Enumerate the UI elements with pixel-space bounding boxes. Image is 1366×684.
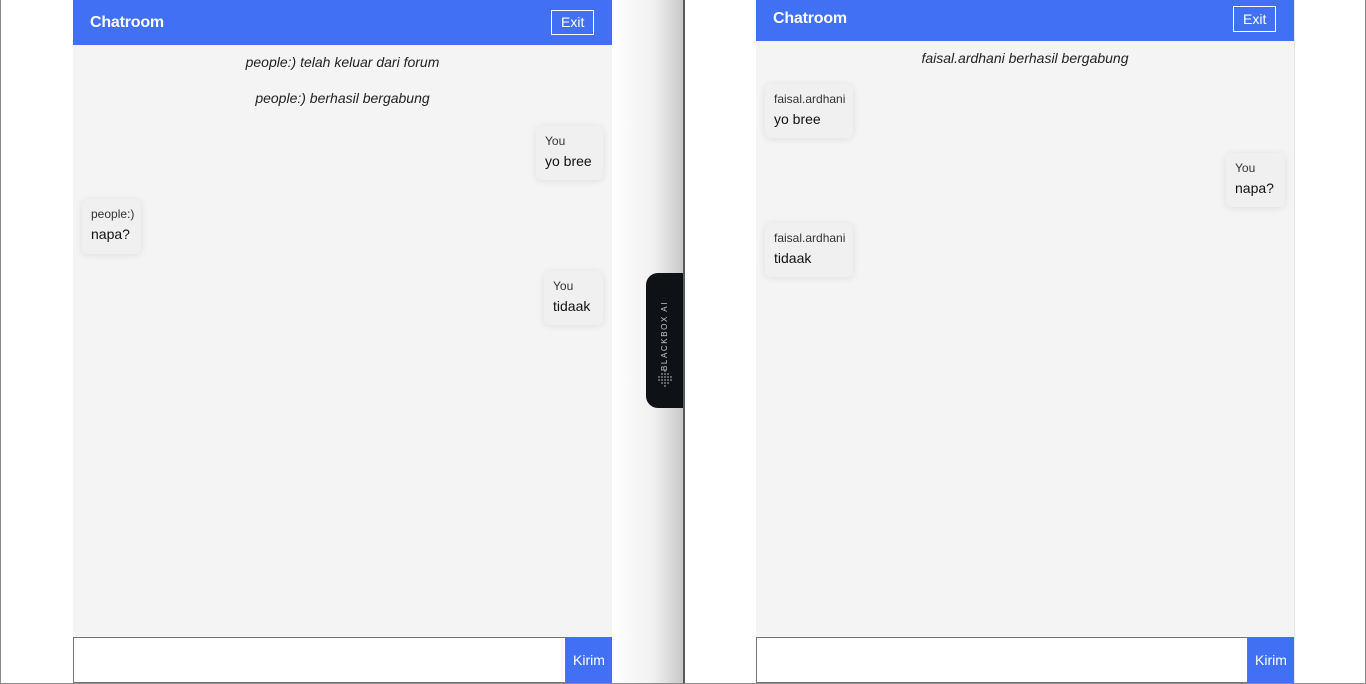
- message-text: napa?: [91, 226, 130, 242]
- send-button[interactable]: Kirim: [1248, 637, 1294, 683]
- right-browser-window: Chatroom Exit faisal.ardhani berhasil be…: [683, 0, 1366, 684]
- message-text: yo bree: [545, 153, 592, 169]
- message-bubble-outgoing: You tidaak: [544, 271, 603, 325]
- message-text: tidaak: [774, 250, 812, 266]
- message-sender: people:): [91, 207, 135, 221]
- exit-button[interactable]: Exit: [551, 10, 594, 35]
- message-composer: Kirim: [756, 637, 1294, 683]
- message-composer: Kirim: [73, 637, 612, 683]
- message-sender: You: [545, 134, 566, 148]
- message-input[interactable]: [756, 637, 1248, 683]
- message-bubble-incoming: people:) napa?: [82, 199, 141, 254]
- message-sender: You: [553, 279, 574, 293]
- send-button[interactable]: Kirim: [566, 637, 612, 683]
- message-input[interactable]: [73, 637, 566, 683]
- system-message: people:) telah keluar dari forum: [245, 54, 440, 70]
- chat-title: Chatroom: [773, 10, 847, 27]
- message-text: tidaak: [553, 298, 591, 314]
- blackbox-logo-icon: [658, 370, 672, 387]
- message-bubble-outgoing: You napa?: [1226, 153, 1285, 207]
- blackbox-ai-tab[interactable]: BLACKBOX AI: [646, 273, 683, 408]
- message-text: napa?: [1235, 180, 1274, 196]
- message-sender: You: [1235, 161, 1256, 175]
- left-browser-window: Chatroom Exit people:) telah keluar dari…: [0, 0, 683, 684]
- message-bubble-incoming: faisal.ardhani yo bree: [765, 84, 853, 138]
- chatroom-panel: Chatroom Exit faisal.ardhani berhasil be…: [756, 0, 1295, 683]
- system-message: people:) berhasil bergabung: [255, 90, 430, 106]
- chat-header: Chatroom Exit: [73, 0, 612, 45]
- chat-title: Chatroom: [90, 14, 164, 31]
- exit-button[interactable]: Exit: [1233, 6, 1276, 32]
- message-sender: faisal.ardhani: [774, 92, 846, 106]
- system-message: faisal.ardhani berhasil bergabung: [921, 50, 1129, 66]
- message-text: yo bree: [774, 111, 821, 127]
- message-bubble-incoming: faisal.ardhani tidaak: [765, 223, 853, 277]
- blackbox-ai-label: BLACKBOX AI: [660, 300, 669, 371]
- chat-header: Chatroom Exit: [756, 0, 1294, 41]
- message-sender: faisal.ardhani: [774, 231, 846, 245]
- message-bubble-outgoing: You yo bree: [536, 126, 603, 180]
- chatroom-panel: Chatroom Exit people:) telah keluar dari…: [73, 0, 612, 683]
